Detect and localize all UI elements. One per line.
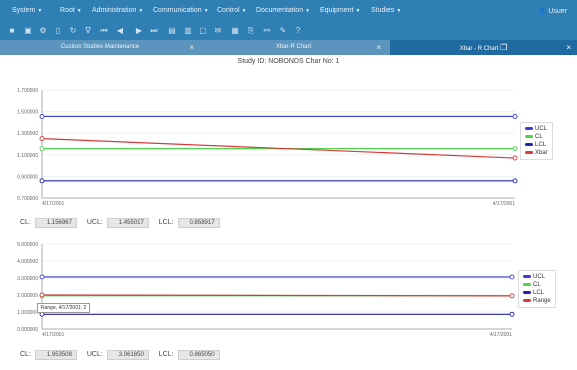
- tab-bar: Custom Studies Maintenance × Xbar-R Chart…: [0, 40, 577, 55]
- menu-root[interactable]: Root ▼: [60, 7, 82, 14]
- filter-icon[interactable]: ∇: [82, 25, 94, 37]
- series-ucl-point: [512, 114, 518, 119]
- y-tick-label: 1.100000: [17, 153, 38, 159]
- y-tick-label: 1.700000: [17, 88, 38, 94]
- prev-page-icon[interactable]: ◀: [114, 25, 126, 37]
- y-tick-label: 1.500000: [17, 110, 38, 116]
- print-icon[interactable]: ▤: [166, 25, 178, 37]
- y-tick-label: 1.000000: [17, 310, 38, 316]
- cl-value: 1.953508: [34, 350, 77, 360]
- window-icon: ❐: [500, 43, 508, 52]
- xbar-stats: CL: 1.156967 UCL: 1.455017 LCL: 0.858917: [20, 218, 228, 228]
- close-icon[interactable]: ×: [566, 40, 571, 55]
- y-tick-label: 0.900000: [17, 174, 38, 180]
- xbar-chart: 1.700000 1.500000 1.300000 1.100000 0.900000…: [17, 88, 518, 207]
- menu-equipment[interactable]: Equipment ▼: [320, 7, 360, 14]
- range-stats: CL: 1.953508 UCL: 3.061850 LCL: 0.865050: [20, 350, 228, 360]
- y-tick-label: 2.000000: [17, 293, 38, 299]
- y-tick-label: 4.000000: [17, 259, 38, 265]
- lcl-value: 0.865050: [177, 350, 220, 360]
- range-legend: UCL CL LCL Range: [518, 270, 556, 308]
- refresh-icon[interactable]: ↻: [67, 25, 79, 37]
- menu-bar: System ▼ Root ▼ Administration ▼ Communicat…: [0, 0, 577, 22]
- range-chart: 5.000000 4.000000 3.000000 2.000000 1.000000…: [17, 242, 515, 338]
- series-xbar-point: [512, 155, 518, 161]
- delete-icon[interactable]: ▯: [52, 25, 64, 37]
- lcl-label: LCL:: [158, 219, 174, 226]
- last-page-icon[interactable]: ⏭: [148, 25, 160, 37]
- legend-cl: CL: [535, 134, 543, 140]
- first-page-icon[interactable]: ⏮: [98, 25, 110, 37]
- tab-custom-studies[interactable]: Custom Studies Maintenance ×: [0, 40, 200, 55]
- close-icon[interactable]: ×: [189, 40, 194, 55]
- user-menu[interactable]: 👤 Usuer: [538, 7, 567, 15]
- series-ucl-point: [39, 114, 45, 119]
- cl-label: CL:: [20, 351, 31, 358]
- x-tick-label: 4/17/2001: [493, 201, 515, 207]
- legend-range: Range: [533, 298, 551, 304]
- folder-icon[interactable]: ■: [6, 25, 18, 37]
- series-lcl-point: [39, 178, 45, 184]
- menu-communication[interactable]: Communication ▼: [153, 7, 209, 14]
- tab-xbar-r-chart-2[interactable]: Xbar - R Chart ❐ ×: [390, 40, 577, 55]
- ucl-label: UCL:: [86, 219, 103, 226]
- x-tick-label: 4/17/2001: [490, 332, 512, 338]
- series-range-point: [509, 293, 515, 299]
- series-lcl-point: [512, 178, 518, 184]
- series-cl-point: [512, 146, 518, 152]
- lcl-label: LCL:: [158, 351, 174, 358]
- cl-label: CL:: [20, 219, 31, 226]
- legend-lcl: LCL: [535, 142, 547, 148]
- xbar-legend: UCL CL LCL Xbar: [520, 122, 553, 160]
- ucl-value: 1.455017: [106, 218, 149, 228]
- legend-lcl: LCL: [533, 290, 545, 296]
- legend-ucl: UCL: [535, 126, 548, 132]
- document-icon[interactable]: ▢: [197, 25, 209, 37]
- settings-icon[interactable]: ⚙: [37, 25, 49, 37]
- lcl-value: 0.858917: [177, 218, 220, 228]
- help-icon[interactable]: ?: [292, 25, 304, 37]
- link-icon[interactable]: ⚯: [261, 25, 273, 37]
- mail-icon[interactable]: ✉: [212, 25, 224, 37]
- y-tick-label: 0.000000: [17, 327, 38, 333]
- ucl-label: UCL:: [86, 351, 103, 358]
- menu-control[interactable]: Control ▼: [217, 7, 247, 14]
- series-lcl-point: [509, 311, 515, 317]
- series-xbar-point: [39, 136, 45, 142]
- series-ucl-point: [39, 274, 45, 280]
- copy-icon[interactable]: ▥: [182, 25, 194, 37]
- legend-xbar: Xbar: [535, 150, 548, 156]
- series-range-line: [41, 294, 513, 297]
- save-icon[interactable]: ▣: [22, 25, 34, 37]
- y-tick-label: 0.700000: [17, 196, 38, 202]
- menu-documentation[interactable]: Documentation ▼: [256, 7, 310, 14]
- toolbar: ■ ▣ ⚙ ▯ ↻ ∇ ⏮ ◀ ▶ ⏭ ▤ ▥ ▢ ✉ ▦ ⎘ ⚯ ✎ ?: [0, 22, 577, 40]
- y-tick-label: 5.000000: [17, 242, 38, 248]
- edit-icon[interactable]: ✎: [277, 25, 289, 37]
- cl-value: 1.156967: [34, 218, 77, 228]
- menu-administration[interactable]: Administration ▼: [92, 7, 143, 14]
- series-range-point: [39, 292, 45, 298]
- legend-ucl: UCL: [533, 274, 546, 280]
- calendar-icon[interactable]: ▦: [229, 25, 241, 37]
- next-page-icon[interactable]: ▶: [133, 25, 145, 37]
- range-tooltip: Range, 4/17/2001: 2: [37, 303, 91, 313]
- legend-cl: CL: [533, 282, 541, 288]
- y-tick-label: 1.300000: [17, 131, 38, 137]
- x-tick-label: 4/17/2001: [42, 332, 64, 338]
- series-ucl-point: [509, 274, 515, 280]
- y-tick-label: 3.000000: [17, 276, 38, 282]
- study-title: Study ID: NOBONDS Char No: 1: [237, 58, 340, 65]
- export-icon[interactable]: ⎘: [245, 25, 257, 37]
- series-cl-point: [39, 146, 45, 152]
- tab-xbar-r-chart-1[interactable]: Xbar-R Chart ×: [200, 40, 387, 55]
- close-icon[interactable]: ×: [376, 40, 381, 55]
- x-tick-label: 4/17/2001: [42, 201, 64, 207]
- ucl-value: 3.061850: [106, 350, 149, 360]
- menu-system[interactable]: System ▼: [12, 7, 42, 14]
- menu-studies[interactable]: Studies ▼: [371, 7, 401, 14]
